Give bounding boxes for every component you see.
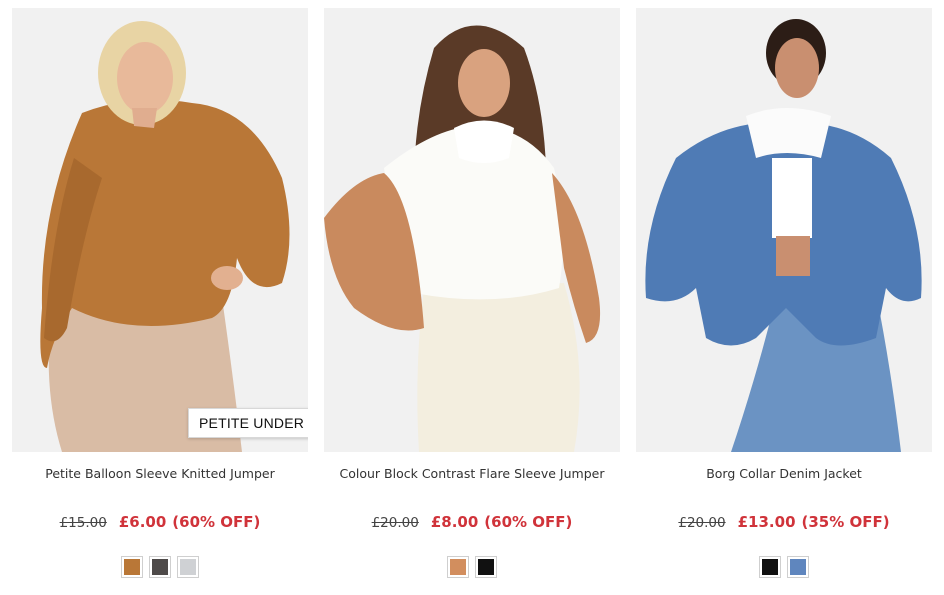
- petite-tag: PETITE UNDER 5'3: [188, 408, 308, 438]
- discount-label: (60% OFF): [484, 513, 573, 531]
- price-row: £20.00 £13.00 (35% OFF): [636, 512, 932, 531]
- original-price: £15.00: [59, 515, 107, 531]
- product-image[interactable]: PETITE UNDER 5'3: [12, 8, 308, 452]
- product-image[interactable]: [324, 8, 620, 452]
- model-photo-denim-jacket: [636, 8, 932, 452]
- sale-price: £6.00: [118, 513, 167, 531]
- swatch-fill: [450, 559, 466, 575]
- colour-swatches: [12, 556, 308, 578]
- product-image[interactable]: [636, 8, 932, 452]
- original-price: £20.00: [678, 515, 726, 531]
- swatch-charcoal[interactable]: [149, 556, 171, 578]
- product-title[interactable]: Colour Block Contrast Flare Sleeve Jumpe…: [324, 466, 620, 481]
- swatch-fill: [762, 559, 778, 575]
- model-photo-jumper: [12, 8, 308, 452]
- swatch-grey[interactable]: [177, 556, 199, 578]
- swatch-fill: [152, 559, 168, 575]
- price-row: £20.00 £8.00 (60% OFF): [324, 512, 620, 531]
- discount-label: (60% OFF): [172, 513, 261, 531]
- swatch-camel[interactable]: [121, 556, 143, 578]
- swatch-fill: [790, 559, 806, 575]
- swatch-fill: [478, 559, 494, 575]
- colour-swatches: [636, 556, 932, 578]
- swatch-fill: [124, 559, 140, 575]
- swatch-black[interactable]: [475, 556, 497, 578]
- sale-price: £8.00: [430, 513, 479, 531]
- product-card[interactable]: PETITE UNDER 5'3 Petite Balloon Sleeve K…: [12, 8, 308, 592]
- swatch-fill: [180, 559, 196, 575]
- model-photo-colour-block: [324, 8, 620, 452]
- product-title[interactable]: Petite Balloon Sleeve Knitted Jumper: [12, 466, 308, 481]
- discount-label: (35% OFF): [801, 513, 890, 531]
- product-card[interactable]: Colour Block Contrast Flare Sleeve Jumpe…: [324, 8, 620, 592]
- product-grid: PETITE UNDER 5'3 Petite Balloon Sleeve K…: [0, 0, 944, 595]
- original-price: £20.00: [371, 515, 419, 531]
- swatch-black[interactable]: [759, 556, 781, 578]
- colour-swatches: [324, 556, 620, 578]
- product-title[interactable]: Borg Collar Denim Jacket: [636, 466, 932, 481]
- product-card[interactable]: Borg Collar Denim Jacket £20.00 £13.00 (35…: [636, 8, 932, 592]
- swatch-camel[interactable]: [447, 556, 469, 578]
- price-row: £15.00 £6.00 (60% OFF): [12, 512, 308, 531]
- sale-price: £13.00: [737, 513, 796, 531]
- swatch-mid-blue[interactable]: [787, 556, 809, 578]
